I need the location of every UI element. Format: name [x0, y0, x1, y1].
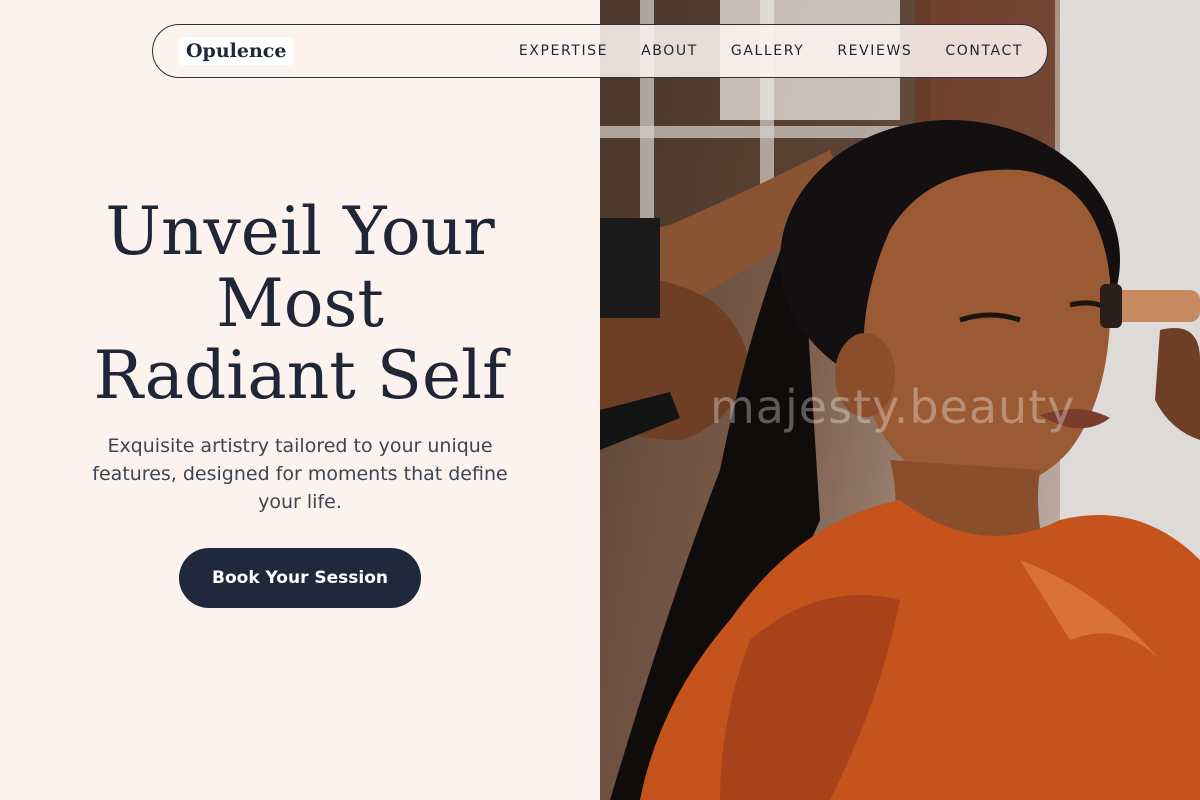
main-navigation: Opulence EXPERTISE ABOUT GALLERY REVIEWS… — [152, 24, 1048, 78]
nav-links: EXPERTISE ABOUT GALLERY REVIEWS CONTACT — [519, 43, 1023, 59]
hero-subtitle: Exquisite artistry tailored to your uniq… — [92, 435, 508, 513]
nav-link-contact[interactable]: CONTACT — [945, 43, 1023, 59]
watermark-text: majesty.beauty — [710, 380, 1076, 434]
nav-link-reviews[interactable]: REVIEWS — [837, 43, 912, 59]
hero-title-line: Unveil Your — [105, 193, 495, 270]
hero-title-line: Radiant Self — [93, 337, 507, 414]
nav-link-gallery[interactable]: GALLERY — [731, 43, 804, 59]
hero-title-line: Most — [216, 265, 384, 342]
brand-logo[interactable]: Opulence — [179, 37, 294, 65]
hero-title: Unveil Your Most Radiant Self — [60, 196, 540, 412]
nav-link-expertise[interactable]: EXPERTISE — [519, 43, 608, 59]
nav-link-about[interactable]: ABOUT — [641, 43, 698, 59]
hero-photo: majesty.beauty — [600, 0, 1200, 800]
book-session-button[interactable]: Book Your Session — [179, 548, 421, 608]
